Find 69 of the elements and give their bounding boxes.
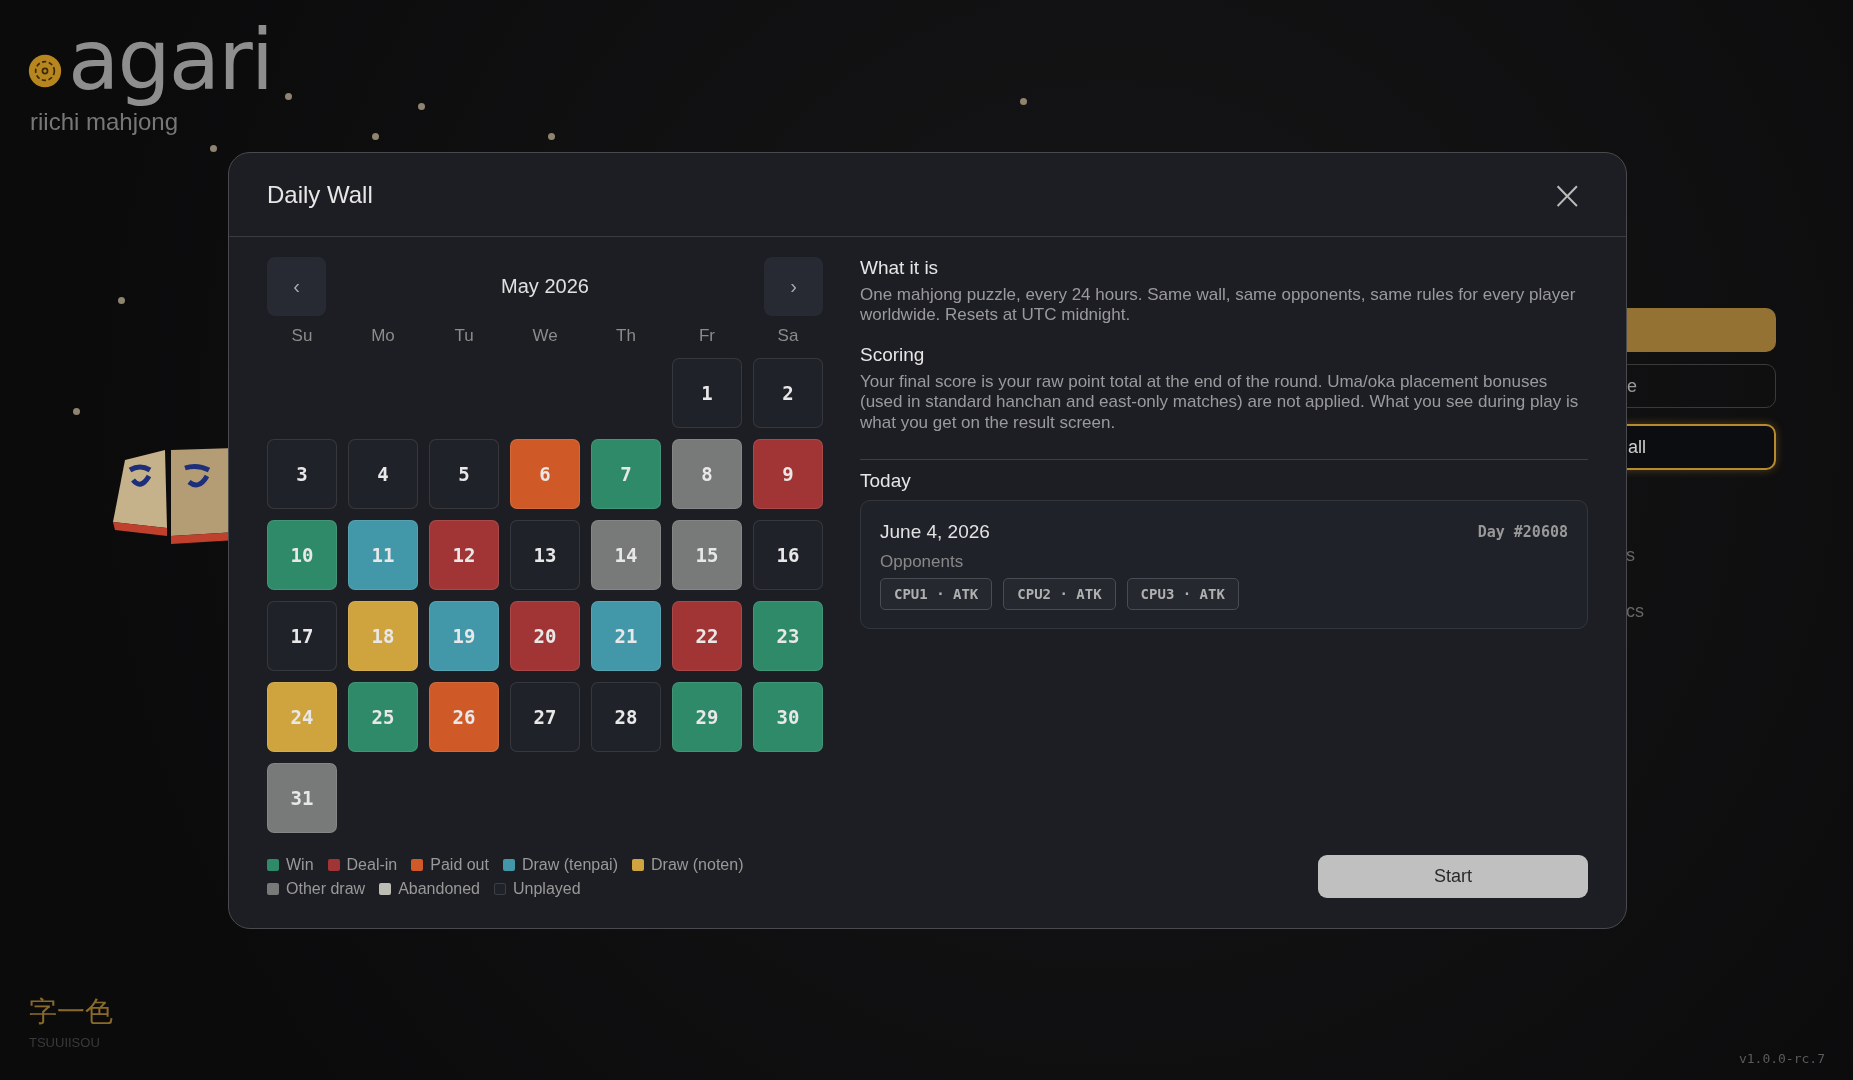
calendar-day[interactable]: 20	[510, 601, 580, 671]
sparkle-dot	[210, 145, 217, 152]
weekday-label: Su	[290, 326, 314, 346]
calendar-day[interactable]: 22	[672, 601, 742, 671]
previous-month-button[interactable]: ‹	[267, 257, 326, 316]
month-title: May 2026	[501, 275, 589, 298]
sparkle-dot	[285, 93, 292, 100]
calendar-day[interactable]: 13	[510, 520, 580, 590]
sparkle-dot	[372, 133, 379, 140]
opponent-tag: CPU2 · ATK	[1003, 577, 1116, 610]
weekday-label: Th	[615, 326, 637, 346]
calendar-day[interactable]: 17	[267, 601, 337, 671]
weekday-label: Sa	[776, 326, 800, 346]
calendar-day[interactable]: 29	[672, 682, 742, 752]
sparkle-dot	[118, 297, 125, 304]
legend-label: Other draw	[286, 880, 366, 898]
calendar-day[interactable]: 12	[429, 520, 499, 590]
weekday-label: We	[531, 326, 559, 346]
sparkle-dot	[73, 408, 80, 415]
opponent-tag: CPU1 · ATK	[880, 577, 993, 610]
section-text: One mahjong puzzle, every 24 hours. Same wall, same opponents, same rules for every player worldwide. Resets at UTC midnight.	[860, 285, 1577, 326]
calendar-day[interactable]: 28	[591, 682, 661, 752]
calendar-day[interactable]: 7	[591, 439, 661, 509]
legend-label: Draw (tenpai)	[521, 856, 618, 874]
sparkle-dot	[1020, 98, 1027, 105]
calendar-day[interactable]: 23	[753, 601, 823, 671]
section-heading: What it is	[860, 257, 940, 279]
calendar-day[interactable]: 5	[429, 439, 499, 509]
logo-tagline: riichi mahjong	[30, 108, 180, 136]
version-label: v1.0.0-rc.7	[1738, 1051, 1825, 1066]
calendar-day[interactable]: 30	[753, 682, 823, 752]
calendar-day[interactable]: 15	[672, 520, 742, 590]
close-button[interactable]: ×	[1546, 174, 1588, 215]
yaku-kanji: 字一色	[29, 994, 113, 1030]
calendar-day[interactable]: 10	[267, 520, 337, 590]
calendar-day[interactable]: 9	[753, 439, 823, 509]
calendar-day[interactable]: 16	[753, 520, 823, 590]
dialog-title: Daily Wall	[267, 180, 373, 209]
weekday-label: Tu	[453, 326, 475, 346]
today-date: June 4, 2026	[880, 520, 990, 543]
coin-icon	[28, 54, 62, 88]
calendar-day[interactable]: 14	[591, 520, 661, 590]
calendar-day[interactable]: 6	[510, 439, 580, 509]
opponents-label: Opponents	[880, 551, 965, 572]
start-button[interactable]: Start	[1318, 855, 1588, 898]
calendar-day[interactable]: 2	[753, 358, 823, 428]
legend-label: Paid out	[430, 856, 489, 874]
calendar-day[interactable]: 3	[267, 439, 337, 509]
weekday-label: Fr	[697, 326, 716, 346]
calendar-day[interactable]: 8	[672, 439, 742, 509]
calendar-day[interactable]: 27	[510, 682, 580, 752]
sparkle-dot	[548, 133, 555, 140]
legend-label: Unplayed	[513, 880, 581, 898]
sparkle-dot	[418, 103, 425, 110]
section-heading: Scoring	[860, 343, 926, 366]
calendar-day[interactable]: 4	[348, 439, 418, 509]
calendar-day[interactable]: 1	[672, 358, 742, 428]
calendar-day[interactable]: 31	[267, 763, 337, 833]
weekday-label: Mo	[370, 326, 396, 346]
next-month-button[interactable]: ›	[764, 257, 823, 316]
day-number: Day #20608	[1477, 522, 1568, 541]
legend-label: Draw (noten)	[651, 856, 744, 874]
calendar-day[interactable]: 25	[348, 682, 418, 752]
opponent-tag: CPU3 · ATK	[1126, 577, 1239, 610]
section-heading: Today	[860, 469, 912, 492]
legend-label: Deal-in	[346, 856, 398, 874]
calendar-day[interactable]: 26	[429, 682, 499, 752]
legend-label: Abandoned	[398, 880, 480, 898]
legend-label: Win	[286, 856, 314, 874]
